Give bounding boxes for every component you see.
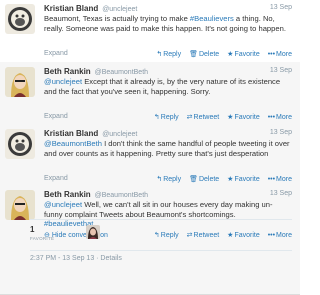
- reply-button[interactable]: ↰Reply: [154, 113, 179, 121]
- retweet-button[interactable]: ⇄Retweet: [187, 231, 220, 239]
- delete-button[interactable]: 🗑Delete: [189, 175, 219, 183]
- tweet-text: @BeaumontBeth I don't think the same han…: [44, 139, 290, 158]
- tweet-text: @unclejeet Well, we can't all sit in our…: [44, 200, 290, 229]
- retweet-icon: ⇄: [186, 232, 193, 239]
- tweet-author-handle[interactable]: @unclejeet: [102, 6, 137, 13]
- avatar-kristian[interactable]: [5, 129, 35, 159]
- mention-link[interactable]: @unclejeet: [44, 200, 82, 209]
- reply-arrow-icon: ↰: [156, 51, 163, 58]
- tweet-3[interactable]: Kristian Bland @unclejeet 13 Sep @Beaumo…: [0, 124, 300, 186]
- trash-icon: 🗑: [189, 51, 198, 58]
- reply-arrow-icon: ↰: [153, 114, 160, 121]
- expand-link[interactable]: Expand: [44, 113, 68, 120]
- reply-button[interactable]: ↰Reply: [156, 50, 181, 58]
- tweet-text-part: Beaumont, Texas is actually trying to ma…: [44, 14, 190, 23]
- expand-link[interactable]: Expand: [44, 50, 68, 57]
- favorites-label: FAVORITE: [30, 236, 55, 241]
- more-button[interactable]: •••More: [268, 114, 292, 121]
- tweet-text: @unclejeet Except that it already is, by…: [44, 77, 290, 96]
- tweet-author-handle[interactable]: @BeaumontBeth: [95, 69, 148, 76]
- tweet-author-handle[interactable]: @BeaumontBeth: [95, 192, 148, 199]
- star-icon: ★: [227, 232, 234, 239]
- tweet-timestamp-details[interactable]: 2:37 PM - 13 Sep 13 · Details: [30, 255, 122, 262]
- tweet-date[interactable]: 13 Sep: [270, 190, 292, 197]
- star-icon: ★: [227, 51, 234, 58]
- reply-arrow-icon: ↰: [156, 176, 163, 183]
- more-dots-icon: •••: [267, 176, 276, 183]
- tweet-author-handle[interactable]: @unclejeet: [102, 131, 137, 138]
- mention-link[interactable]: @unclejeet: [44, 77, 82, 86]
- more-dots-icon: •••: [267, 114, 276, 121]
- more-dots-icon: •••: [267, 232, 276, 239]
- more-button[interactable]: •••More: [268, 51, 292, 58]
- favorite-button[interactable]: ★Favorite: [227, 175, 260, 183]
- tweet-author-name[interactable]: Kristian Bland: [44, 129, 98, 138]
- star-icon: ★: [227, 176, 234, 183]
- trash-icon: 🗑: [189, 176, 198, 183]
- more-button[interactable]: •••More: [268, 232, 292, 239]
- retweet-button[interactable]: ⇄Retweet: [187, 113, 220, 121]
- avatar-kristian[interactable]: [5, 4, 35, 34]
- avatar-beth[interactable]: [5, 67, 35, 97]
- divider: [30, 250, 292, 251]
- star-icon: ★: [227, 114, 234, 121]
- reply-button[interactable]: ↰Reply: [156, 175, 181, 183]
- reply-button[interactable]: ↰Reply: [154, 231, 179, 239]
- favorite-button[interactable]: ★Favorite: [227, 50, 260, 58]
- avatar-beth[interactable]: [5, 190, 35, 220]
- delete-button[interactable]: 🗑Delete: [189, 50, 219, 58]
- tweet-date[interactable]: 13 Sep: [270, 4, 292, 11]
- tweet-date[interactable]: 13 Sep: [270, 67, 292, 74]
- divider: [30, 219, 292, 220]
- more-dots-icon: •••: [267, 51, 276, 58]
- tweet-author-name[interactable]: Beth Rankin: [44, 190, 91, 199]
- mention-link[interactable]: @BeaumontBeth: [44, 139, 102, 148]
- hashtag-link[interactable]: #Beaulievers: [190, 14, 234, 23]
- tweet-author-name[interactable]: Kristian Bland: [44, 4, 98, 13]
- tweet-author-name[interactable]: Beth Rankin: [44, 67, 91, 76]
- tweet-date[interactable]: 13 Sep: [270, 129, 292, 136]
- reply-arrow-icon: ↰: [153, 232, 160, 239]
- tweet-2[interactable]: Beth Rankin @BeaumontBeth 13 Sep @unclej…: [0, 62, 300, 124]
- favorites-count[interactable]: 1: [30, 225, 34, 234]
- tweet-text: Beaumont, Texas is actually trying to ma…: [44, 14, 290, 33]
- favorite-button[interactable]: ★Favorite: [227, 231, 260, 239]
- favoriter-avatar[interactable]: [86, 225, 100, 239]
- retweet-icon: ⇄: [186, 114, 193, 121]
- more-button[interactable]: •••More: [268, 176, 292, 183]
- tweet-1[interactable]: Kristian Bland @unclejeet 13 Sep Beaumon…: [0, 0, 300, 62]
- expand-link[interactable]: Expand: [44, 175, 68, 182]
- favorite-button[interactable]: ★Favorite: [227, 113, 260, 121]
